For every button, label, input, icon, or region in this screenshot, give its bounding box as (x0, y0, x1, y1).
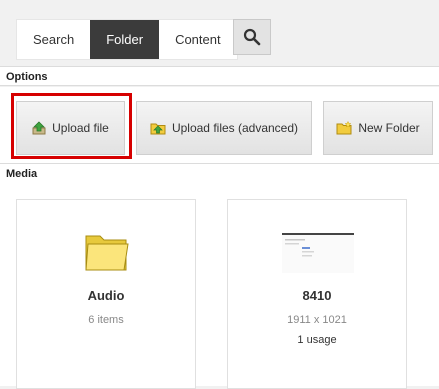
options-heading: Options (0, 66, 439, 86)
media-item-audio-folder[interactable]: Audio 6 items (16, 199, 196, 389)
options-panel: Upload file Upload files (advanced) New … (0, 87, 439, 163)
screenshot-thumbnail (282, 233, 354, 273)
magnifier-icon (243, 28, 261, 46)
tab-search[interactable]: Search (17, 20, 90, 59)
media-item-usage: 1 usage (297, 334, 337, 346)
media-item-dimensions: 1911 x 1021 (287, 314, 347, 326)
tab-content[interactable]: Content (159, 20, 237, 59)
folder-icon (85, 235, 129, 271)
upload-files-advanced-button[interactable]: Upload files (advanced) (136, 101, 312, 155)
new-folder-label: New Folder (358, 121, 420, 135)
tab-folder[interactable]: Folder (90, 20, 160, 59)
media-item-8410[interactable]: 8410 1911 x 1021 1 usage (227, 199, 407, 389)
new-folder-icon (336, 121, 352, 135)
search-button[interactable] (233, 19, 271, 55)
top-toolbar: Search Folder Content (0, 0, 439, 66)
upload-icon (32, 121, 46, 135)
new-folder-button[interactable]: New Folder (323, 101, 433, 155)
media-item-count: 6 items (88, 314, 124, 326)
media-item-title: 8410 (302, 288, 332, 303)
upload-file-label: Upload file (52, 121, 109, 135)
media-grid: Audio 6 items 8410 1911 x 1021 1 usage (0, 183, 439, 389)
media-heading: Media (0, 163, 439, 183)
upload-file-button[interactable]: Upload file (16, 101, 125, 155)
upload-folder-icon (150, 123, 166, 135)
upload-files-advanced-label: Upload files (advanced) (171, 121, 299, 135)
tab-bar: Search Folder Content (16, 19, 238, 60)
media-item-title: Audio (87, 288, 125, 303)
